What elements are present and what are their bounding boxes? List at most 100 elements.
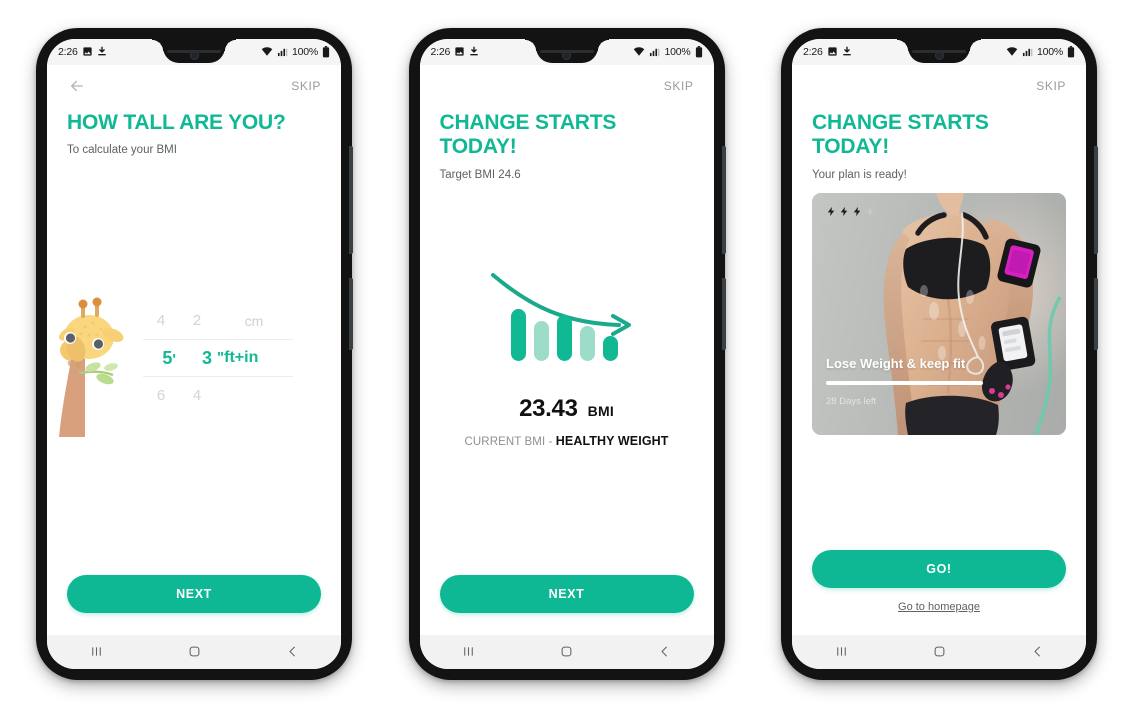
power-button[interactable]	[1094, 277, 1098, 350]
bmi-value: 23.43	[519, 395, 578, 423]
phone-1-footer: NEXT	[67, 574, 321, 635]
status-bar-right: 100%	[261, 45, 330, 58]
status-bar-right: 100%	[1006, 45, 1075, 58]
download-icon	[842, 46, 852, 57]
home-icon[interactable]	[932, 644, 947, 659]
picker-row-below[interactable]: 6 4	[143, 377, 293, 414]
skip-button[interactable]: SKIP	[1036, 79, 1066, 93]
lightning-bolt-icon	[852, 205, 863, 223]
android-nav-bar	[47, 634, 341, 669]
image-icon	[82, 46, 93, 57]
bmi-trend-chart-icon	[487, 267, 647, 363]
back-arrow-icon[interactable]	[67, 76, 87, 96]
plan-card[interactable]: Lose Weight & keep fit 28 Days left	[812, 193, 1066, 436]
bmi-caption-prefix: CURRENT BMI -	[464, 436, 556, 449]
height-picker[interactable]: 4 2 cm 5' 3 "ft+in 6 4	[143, 302, 293, 414]
cellular-signal-icon	[649, 46, 660, 57]
lightning-bolt-icon	[839, 205, 850, 223]
skip-button[interactable]: SKIP	[291, 79, 321, 93]
status-time: 2:26	[58, 45, 78, 58]
page-subtitle: To calculate your BMI	[67, 144, 177, 157]
cellular-signal-icon	[1022, 46, 1033, 57]
page-subtitle: Target BMI 24.6	[439, 169, 521, 182]
height-picker-section: 4 2 cm 5' 3 "ft+in 6 4	[59, 156, 321, 574]
go-button[interactable]: GO!	[812, 549, 1066, 588]
battery-percent: 100%	[291, 45, 318, 58]
page-title: CHANGE STARTS TODAY!	[439, 110, 617, 159]
phone-2-topbar: SKIP	[440, 65, 694, 107]
volume-button[interactable]	[349, 145, 353, 254]
phone-3-footer: GO! Go to homepage	[812, 549, 1066, 635]
back-icon[interactable]	[1030, 644, 1045, 659]
wifi-icon	[633, 46, 645, 57]
next-button[interactable]: NEXT	[439, 574, 694, 613]
recents-icon[interactable]	[834, 644, 849, 659]
status-time: 2:26	[803, 45, 823, 58]
download-icon	[469, 46, 479, 57]
recents-icon[interactable]	[89, 644, 104, 659]
picker-unit-selected: "ft+in	[217, 349, 259, 367]
earpiece-speaker	[167, 49, 221, 53]
back-icon[interactable]	[285, 644, 300, 659]
download-icon	[97, 46, 107, 57]
picker-inches-above: 2	[192, 312, 202, 330]
status-bar-right: 100%	[633, 45, 702, 58]
android-nav-bar	[792, 634, 1086, 669]
phone-3-topbar: SKIP	[812, 65, 1066, 107]
phone-2-footer: NEXT	[439, 574, 694, 635]
phone-1: 2:26 100% SKIP HOW TALL ARE YOU? To calc…	[28, 20, 360, 688]
giraffe-illustration	[51, 287, 135, 437]
volume-button[interactable]	[1094, 145, 1098, 254]
image-icon	[827, 46, 838, 57]
bmi-status-badge: HEALTHY WEIGHT	[555, 434, 669, 449]
volume-button[interactable]	[721, 145, 726, 254]
lightning-bolt-icon-empty	[865, 205, 876, 223]
phone-3-screen: 2:26 100% SKIP CHANGE STARTS TODAY! Your…	[792, 38, 1086, 669]
next-button[interactable]: NEXT	[67, 574, 321, 613]
picker-row-above[interactable]: 4 2 cm	[143, 302, 293, 339]
battery-percent: 100%	[664, 45, 691, 58]
image-icon	[454, 46, 465, 57]
plan-title: Lose Weight & keep fit	[826, 356, 966, 372]
back-icon[interactable]	[657, 644, 672, 659]
picker-feet-above: 4	[156, 312, 166, 330]
bmi-unit-label: BMI	[587, 403, 614, 420]
power-button[interactable]	[349, 277, 353, 350]
earpiece-speaker	[539, 49, 594, 53]
picker-feet-below: 6	[156, 387, 166, 405]
phone-3-app-content: SKIP CHANGE STARTS TODAY! Your plan is r…	[792, 64, 1086, 635]
phone-2-screen: 2:26 100% SKIP CHANGE STARTS TODAY! Targ…	[419, 38, 714, 669]
page-title: HOW TALL ARE YOU?	[67, 110, 286, 134]
intensity-rating	[826, 205, 876, 223]
battery-icon	[1067, 45, 1075, 58]
battery-percent: 100%	[1036, 45, 1063, 58]
wifi-icon	[1006, 46, 1018, 57]
home-icon[interactable]	[187, 644, 202, 659]
bmi-value-row: 23.43 BMI	[519, 395, 614, 423]
power-button[interactable]	[721, 277, 726, 350]
picker-feet-selected: 5'	[162, 347, 176, 368]
picker-row-selected[interactable]: 5' 3 "ft+in	[143, 339, 293, 378]
plan-section: Lose Weight & keep fit 28 Days left	[812, 181, 1066, 549]
picker-unit-above: cm	[244, 312, 264, 329]
recents-icon[interactable]	[461, 644, 476, 659]
lightning-bolt-icon	[826, 205, 837, 223]
status-bar-left: 2:26	[58, 46, 107, 58]
picker-inches-below: 4	[192, 387, 202, 405]
go-to-homepage-link[interactable]: Go to homepage	[898, 601, 980, 613]
android-nav-bar	[419, 634, 714, 669]
earpiece-speaker	[912, 49, 966, 53]
bmi-result-section: 23.43 BMI CURRENT BMI - HEALTHY WEIGHT	[440, 181, 694, 574]
phone-1-app-content: SKIP HOW TALL ARE YOU? To calculate your…	[47, 64, 341, 635]
cellular-signal-icon	[277, 46, 288, 57]
status-bar-left: 2:26	[431, 46, 480, 58]
status-bar-left: 2:26	[803, 46, 852, 58]
home-icon[interactable]	[559, 644, 574, 659]
wifi-icon	[261, 46, 273, 57]
plan-progress-bar	[826, 381, 983, 386]
skip-button[interactable]: SKIP	[664, 79, 694, 93]
status-time: 2:26	[430, 45, 451, 58]
plan-days-left: 28 Days left	[826, 396, 877, 408]
battery-icon	[322, 45, 330, 58]
phone-2-app-content: SKIP CHANGE STARTS TODAY! Target BMI 24.…	[419, 64, 714, 635]
